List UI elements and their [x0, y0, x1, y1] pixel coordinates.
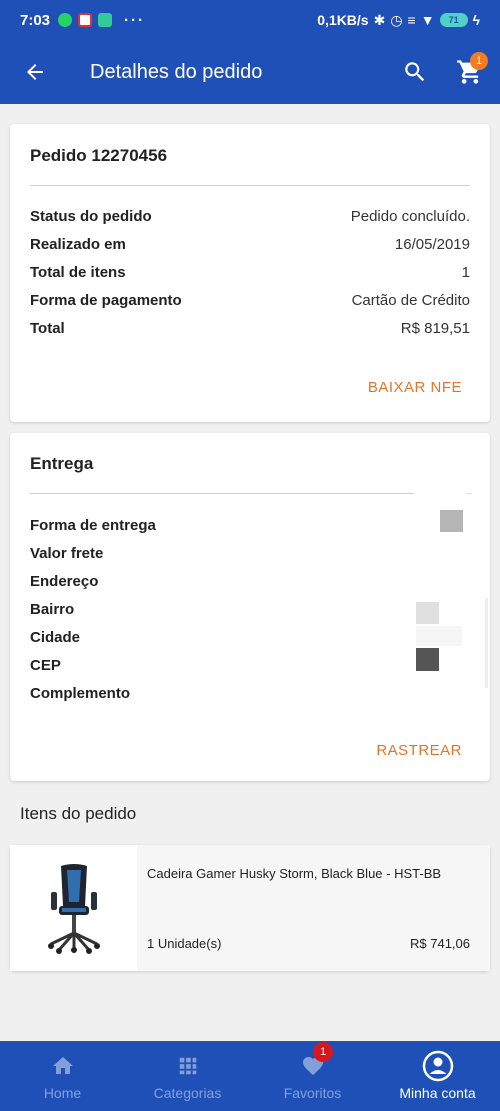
order-row-total: Total R$ 819,51	[30, 316, 470, 340]
order-card: Pedido 12270456 Status do pedido Pedido …	[10, 124, 490, 422]
product-image	[10, 845, 137, 971]
signal-icon: ≡	[407, 12, 416, 28]
row-label: Cidade	[30, 628, 81, 646]
product-quantity: 1 Unidade(s)	[147, 936, 222, 951]
more-notifications-icon: ···	[124, 11, 146, 29]
order-title: Pedido 12270456	[30, 146, 168, 165]
redacted-block	[416, 626, 462, 646]
row-value: Cartão de Crédito	[351, 291, 470, 309]
row-label: Forma de pagamento	[30, 291, 182, 309]
row-value: 1	[461, 263, 470, 281]
wifi-icon: ▼	[420, 12, 435, 28]
bottom-navigation: Home Categorias 1 Favoritos Minha conta	[0, 1041, 500, 1111]
row-label: CEP	[30, 656, 61, 674]
row-value: 16/05/2019	[394, 235, 470, 253]
status-bar: 7:03 ··· 0,1KB/s ✱ ◷ ≡ ▼ 71 ϟ	[0, 0, 500, 40]
page-title: Detalhes do pedido	[90, 60, 263, 83]
cart-button[interactable]: 1	[440, 40, 500, 104]
row-label: Complemento	[30, 684, 131, 702]
notification-icons: ···	[58, 12, 145, 29]
battery-icon: 71	[439, 13, 468, 27]
delivery-title: Entrega	[30, 454, 94, 473]
search-icon	[405, 62, 425, 82]
redacted-block	[440, 510, 463, 532]
download-nfe-button[interactable]: BAIXAR NFE	[368, 379, 462, 396]
row-label: Valor frete	[30, 544, 104, 562]
back-button[interactable]	[0, 40, 70, 104]
grid-icon	[179, 1057, 196, 1075]
alarm-icon: ◷	[390, 11, 403, 28]
nav-categories[interactable]: Categorias	[125, 1041, 250, 1111]
delivery-row-method: Forma de entrega	[30, 513, 470, 537]
row-value: R$ 819,51	[400, 319, 470, 337]
delivery-card: Entrega Forma de entrega Valor frete End…	[10, 433, 490, 781]
row-label: Endereço	[30, 572, 99, 590]
delivery-row-neighborhood: Bairro	[30, 597, 470, 621]
nav-my-account[interactable]: Minha conta	[375, 1041, 500, 1111]
divider	[30, 493, 414, 494]
favorites-count-badge: 1	[313, 1042, 333, 1062]
nav-label: Categorias	[153, 1085, 222, 1101]
delivery-row-shipping: Valor frete	[30, 541, 470, 565]
search-button[interactable]	[390, 40, 440, 104]
row-label: Realizado em	[30, 235, 126, 253]
track-button[interactable]: RASTREAR	[376, 742, 462, 759]
product-info: Cadeira Gamer Husky Storm, Black Blue - …	[137, 845, 490, 971]
row-value: Pedido concluído.	[350, 207, 470, 225]
nav-favorites[interactable]: 1 Favoritos	[250, 1041, 375, 1111]
nav-label: Minha conta	[399, 1085, 476, 1101]
row-label: Total de itens	[30, 263, 126, 281]
redacted-block	[466, 493, 472, 494]
divider	[30, 185, 470, 186]
system-icons: 0,1KB/s ✱ ◷ ≡ ▼ 71 ϟ	[317, 12, 480, 29]
product-price: R$ 741,06	[410, 936, 470, 951]
order-row-date: Realizado em 16/05/2019	[30, 232, 470, 256]
bluetooth-icon: ✱	[373, 11, 386, 28]
charging-icon: ϟ	[472, 12, 480, 28]
network-speed: 0,1KB/s	[317, 12, 369, 28]
row-label: Total	[30, 319, 65, 337]
gmail-icon	[78, 13, 93, 27]
order-row-payment: Forma de pagamento Cartão de Crédito	[30, 288, 470, 312]
whatsapp-icon	[58, 13, 73, 27]
order-row-status: Status do pedido Pedido concluído.	[30, 204, 470, 228]
row-label: Forma de entrega	[30, 516, 156, 534]
app-bar: Detalhes do pedido 1	[0, 40, 500, 104]
row-label: Status do pedido	[30, 207, 152, 225]
items-section-title: Itens do pedido	[20, 804, 137, 823]
shield-icon	[98, 13, 113, 27]
product-name: Cadeira Gamer Husky Storm, Black Blue - …	[147, 866, 442, 881]
nav-label: Home	[43, 1085, 82, 1101]
account-icon	[422, 1050, 453, 1082]
delivery-row-city: Cidade	[30, 625, 470, 649]
nav-home[interactable]: Home	[0, 1041, 125, 1111]
delivery-row-zip: CEP	[30, 653, 470, 677]
arrow-left-icon	[27, 64, 43, 80]
order-row-items: Total de itens 1	[30, 260, 470, 284]
gaming-chair-image	[47, 864, 100, 954]
redacted-block	[485, 598, 488, 688]
redacted-block	[416, 648, 439, 671]
delivery-row-complement: Complemento	[30, 681, 470, 705]
row-label: Bairro	[30, 600, 75, 618]
delivery-row-address: Endereço	[30, 569, 470, 593]
order-item-card[interactable]: Cadeira Gamer Husky Storm, Black Blue - …	[10, 845, 490, 971]
nav-label: Favoritos	[283, 1085, 342, 1101]
cart-count-badge: 1	[470, 52, 488, 70]
status-time: 7:03	[20, 11, 51, 29]
home-icon	[52, 1057, 73, 1074]
redacted-block	[416, 602, 439, 624]
